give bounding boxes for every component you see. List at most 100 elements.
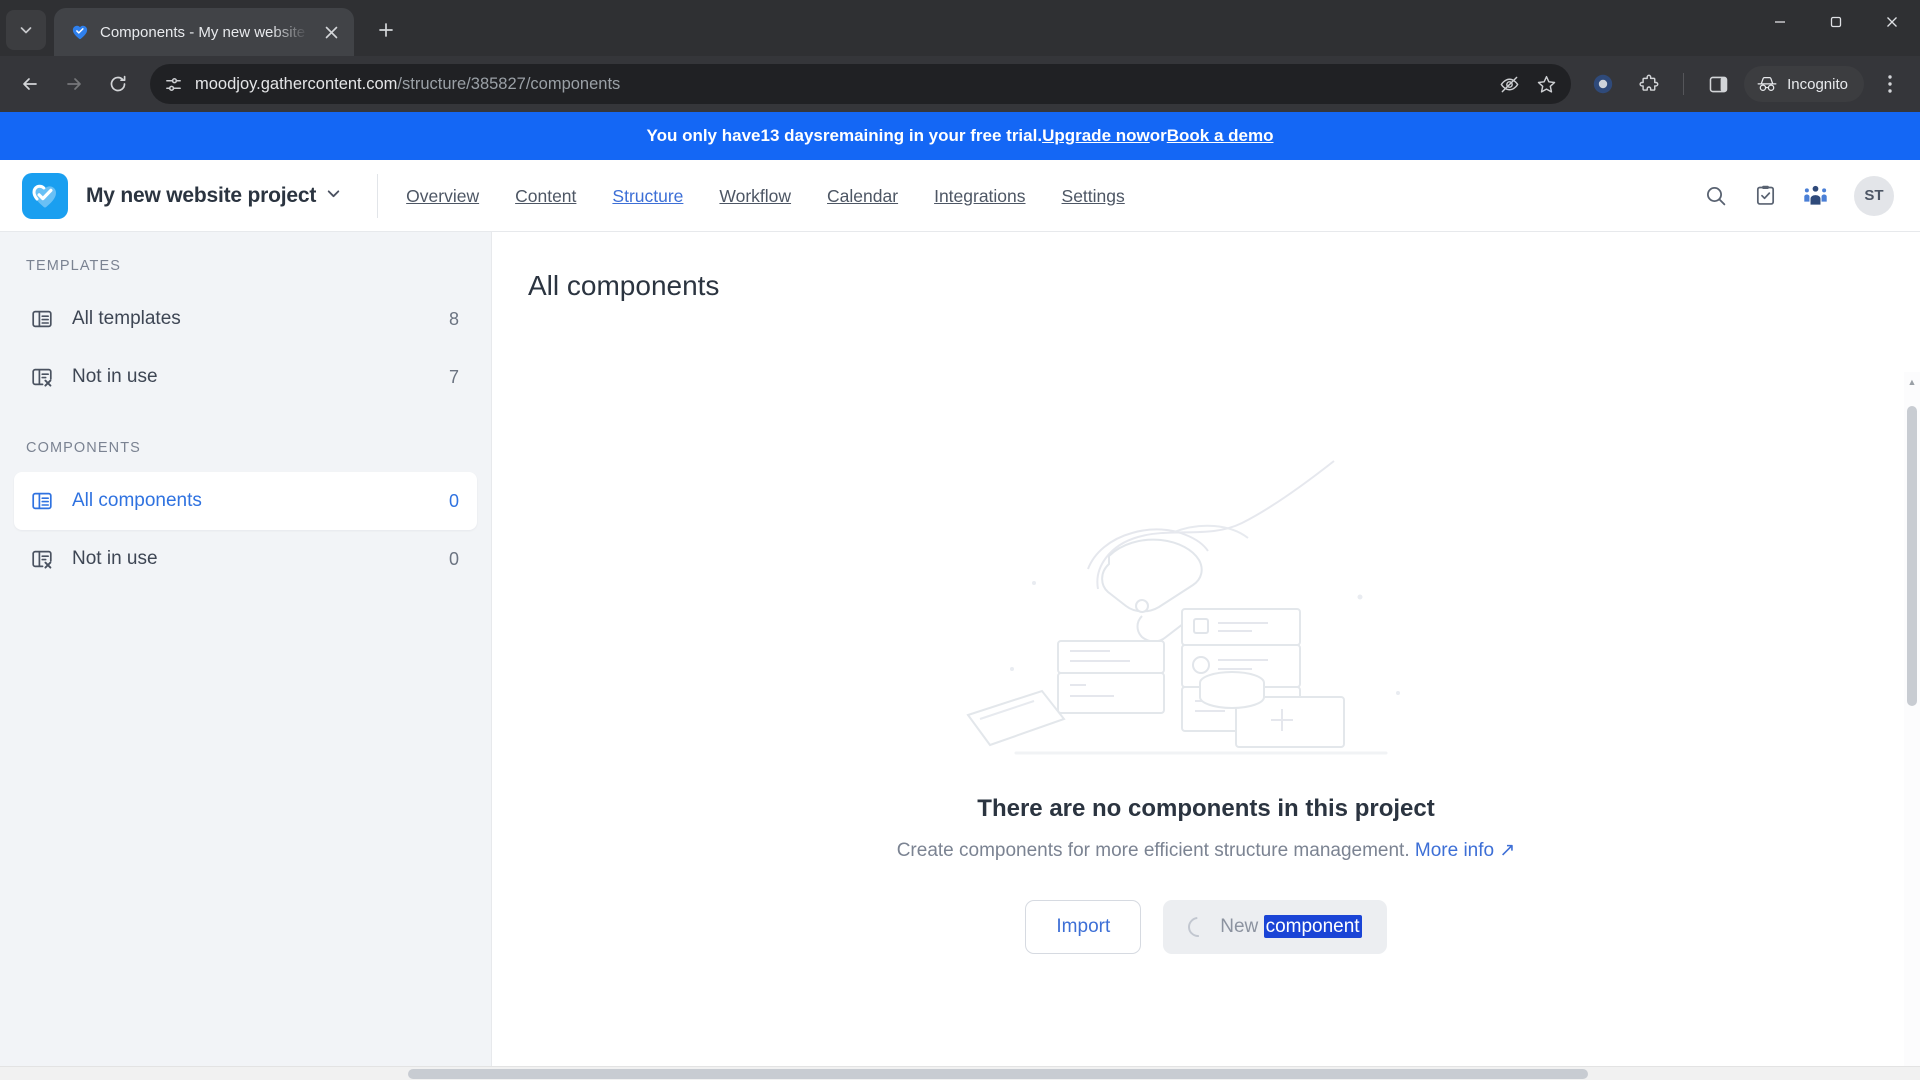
nav-tab-integrations[interactable]: Integrations	[916, 160, 1043, 232]
nav-tab-settings[interactable]: Settings	[1044, 160, 1143, 232]
window-controls	[1752, 0, 1920, 56]
empty-state: There are no components in this project …	[492, 302, 1920, 1080]
forward-arrow-icon	[67, 78, 81, 90]
main-content: All components There are no components i…	[492, 232, 1920, 1080]
more-info-link[interactable]: More info ↗	[1415, 840, 1515, 861]
trial-banner-or: or	[1149, 126, 1167, 145]
sidebar-item-templates-not-in-use[interactable]: Not in use 7	[14, 348, 477, 406]
side-panel-icon[interactable]	[1698, 64, 1738, 104]
address-bar[interactable]: moodjoy.gathercontent.com/structure/3858…	[150, 64, 1572, 104]
list-template-icon	[30, 307, 54, 331]
horizontal-scrollbar[interactable]	[0, 1066, 1920, 1080]
chevron-down-icon	[20, 27, 32, 34]
upgrade-now-link[interactable]: Upgrade now	[1042, 126, 1150, 146]
scroll-up-arrow[interactable]: ▲	[1904, 374, 1920, 390]
sidebar-item-all-components[interactable]: All components 0	[14, 472, 477, 530]
clipboard-check-icon[interactable]	[1754, 184, 1777, 207]
sidebar-item-label: Not in use	[72, 366, 158, 387]
sidebar-item-count: 7	[448, 366, 459, 387]
three-dot-menu-icon[interactable]	[1870, 64, 1910, 104]
sidebar-item-count: 8	[448, 308, 459, 329]
nav-tab-workflow[interactable]: Workflow	[701, 160, 809, 232]
close-icon[interactable]	[318, 19, 344, 45]
sidebar-group-templates: TEMPLATES All templates 8 Not in use 7	[0, 258, 491, 406]
url-host: moodjoy.gathercontent.com	[195, 74, 398, 93]
new-component-prefix: New	[1220, 915, 1264, 937]
gathercontent-logo-icon[interactable]	[22, 172, 68, 219]
nav-tab-calendar[interactable]: Calendar	[809, 160, 916, 232]
page-settings-icon[interactable]	[164, 75, 183, 94]
vertical-scrollbar-thumb[interactable]	[1907, 406, 1917, 706]
new-tab-button[interactable]	[368, 12, 404, 48]
sidebar-group-components: COMPONENTS All components 0 Not in use 0	[0, 440, 491, 588]
book-a-demo-link[interactable]: Book a demo	[1167, 126, 1274, 146]
profile-circle-icon[interactable]	[1583, 64, 1623, 104]
avatar[interactable]: ST	[1854, 175, 1894, 216]
app-header: My new website project Overview Content …	[0, 160, 1920, 232]
vertical-scrollbar[interactable]: ▲	[1904, 372, 1920, 1080]
browser-tab[interactable]: Components - My new website	[54, 8, 354, 56]
empty-state-subtitle: Create components for more efficient str…	[897, 839, 1516, 862]
extension-puzzle-icon[interactable]	[1629, 64, 1669, 104]
sidebar-item-label: All templates	[72, 308, 181, 329]
tab-search-button[interactable]	[6, 10, 46, 50]
trial-banner: You only have 13 days remaining in your …	[0, 112, 1920, 160]
search-icon[interactable]	[1704, 184, 1728, 208]
incognito-hat-icon	[1757, 77, 1777, 91]
reload-icon	[110, 75, 126, 92]
list-template-x-icon	[30, 365, 54, 389]
list-template-icon	[30, 489, 54, 513]
new-component-selected-text: component	[1263, 914, 1362, 938]
list-template-x-icon	[30, 547, 54, 571]
import-button[interactable]: Import	[1025, 899, 1142, 954]
browser-window: Components - My new website moodjoy.gath…	[0, 0, 1920, 1080]
header-divider	[377, 173, 379, 218]
loading-spinner-icon	[1184, 912, 1213, 941]
plus-icon	[379, 23, 393, 37]
sidebar-item-count: 0	[448, 490, 459, 511]
window-close-icon[interactable]	[1864, 0, 1920, 44]
trial-banner-middle: remaining in your free trial.	[822, 126, 1043, 145]
new-component-button[interactable]: New component	[1163, 899, 1387, 954]
trial-banner-prefix: You only have	[646, 126, 761, 145]
incognito-label: Incognito	[1787, 75, 1848, 93]
forward-button[interactable]	[54, 64, 94, 104]
project-switcher[interactable]: My new website project	[86, 184, 341, 208]
empty-state-actions: Import New component	[1025, 899, 1387, 954]
structure-sidebar: TEMPLATES All templates 8 Not in use 7 C…	[0, 232, 492, 1080]
sidebar-item-components-not-in-use[interactable]: Not in use 0	[14, 530, 477, 588]
project-name: My new website project	[86, 183, 317, 207]
page-viewport: You only have 13 days remaining in your …	[0, 112, 1920, 1080]
nav-tab-structure[interactable]: Structure	[594, 160, 701, 232]
incognito-indicator[interactable]: Incognito	[1744, 66, 1864, 102]
toolbar-right-actions: Incognito	[1583, 64, 1910, 104]
empty-state-title: There are no components in this project	[977, 794, 1435, 822]
toolbar-divider	[1683, 73, 1685, 95]
horizontal-scrollbar-thumb[interactable]	[408, 1069, 1588, 1079]
omnibox-actions	[1489, 74, 1557, 95]
minimize-icon[interactable]	[1752, 0, 1808, 44]
body-area: TEMPLATES All templates 8 Not in use 7 C…	[0, 232, 1920, 1080]
star-icon[interactable]	[1536, 74, 1557, 95]
people-team-icon[interactable]	[1803, 184, 1828, 207]
sidebar-group-label-components: COMPONENTS	[26, 440, 141, 456]
tab-strip: Components - My new website	[0, 0, 1920, 56]
sidebar-item-all-templates[interactable]: All templates 8	[14, 290, 477, 348]
empty-state-subtitle-text: Create components for more efficient str…	[896, 839, 1415, 861]
trial-banner-days: 13 days	[760, 126, 823, 145]
back-arrow-icon	[23, 78, 37, 90]
sidebar-item-count: 0	[448, 548, 459, 569]
gathercontent-logo-icon	[70, 22, 90, 42]
nav-tab-overview[interactable]: Overview	[388, 160, 497, 232]
maximize-icon[interactable]	[1808, 0, 1864, 44]
page-title: All components	[528, 270, 720, 301]
new-component-label: New component	[1220, 914, 1362, 938]
reload-button[interactable]	[98, 64, 138, 104]
header-actions: ST	[1704, 175, 1894, 216]
nav-tab-content[interactable]: Content	[497, 160, 594, 232]
back-button[interactable]	[10, 64, 50, 104]
tab-title: Components - My new website	[100, 23, 306, 41]
eye-off-icon[interactable]	[1499, 74, 1520, 95]
chevron-down-icon	[326, 186, 341, 205]
sidebar-group-label-templates: TEMPLATES	[26, 258, 122, 274]
